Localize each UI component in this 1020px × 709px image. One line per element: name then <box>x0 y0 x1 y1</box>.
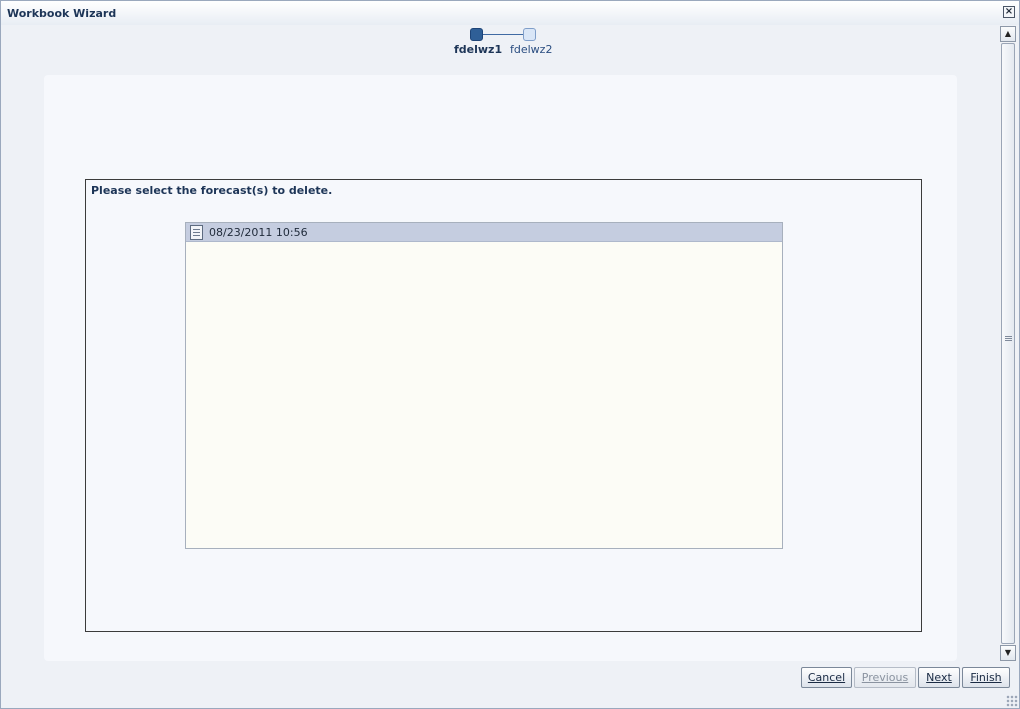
window-title: Workbook Wizard <box>7 7 117 20</box>
forecast-selection-box: Please select the forecast(s) to delete.… <box>85 179 922 632</box>
forecast-item-label: 08/23/2011 10:56 <box>209 226 308 239</box>
next-button[interactable]: Next <box>918 667 960 688</box>
document-icon <box>190 225 203 240</box>
finish-button[interactable]: Finish <box>962 667 1010 688</box>
step-train: fdelwz1 fdelwz2 <box>451 27 561 57</box>
train-step-1-label[interactable]: fdelwz1 <box>454 43 502 56</box>
cancel-button[interactable]: Cancel <box>801 667 852 688</box>
train-connector <box>483 34 523 35</box>
scroll-thumb[interactable] <box>1001 43 1015 644</box>
vertical-scrollbar[interactable]: ▲ ▼ <box>1000 26 1017 662</box>
close-icon[interactable]: × <box>1003 6 1015 18</box>
resize-grip-icon[interactable] <box>1006 695 1018 707</box>
forecast-listbox[interactable]: 08/23/2011 10:56 <box>185 222 783 549</box>
train-stop-next-icon[interactable] <box>523 28 536 41</box>
scroll-up-icon[interactable]: ▲ <box>1000 26 1016 42</box>
title-bar: Workbook Wizard × <box>1 1 1019 25</box>
grip-icon <box>1005 336 1012 341</box>
train-stop-current-icon[interactable] <box>470 28 483 41</box>
scroll-down-icon[interactable]: ▼ <box>1000 645 1016 661</box>
instruction-text: Please select the forecast(s) to delete. <box>91 184 333 197</box>
previous-button[interactable]: Previous <box>854 667 916 688</box>
wizard-window: Workbook Wizard × fdelwz1 fdelwz2 Please… <box>0 0 1020 709</box>
list-item[interactable]: 08/23/2011 10:56 <box>186 223 782 242</box>
train-step-2-label[interactable]: fdelwz2 <box>510 43 552 56</box>
